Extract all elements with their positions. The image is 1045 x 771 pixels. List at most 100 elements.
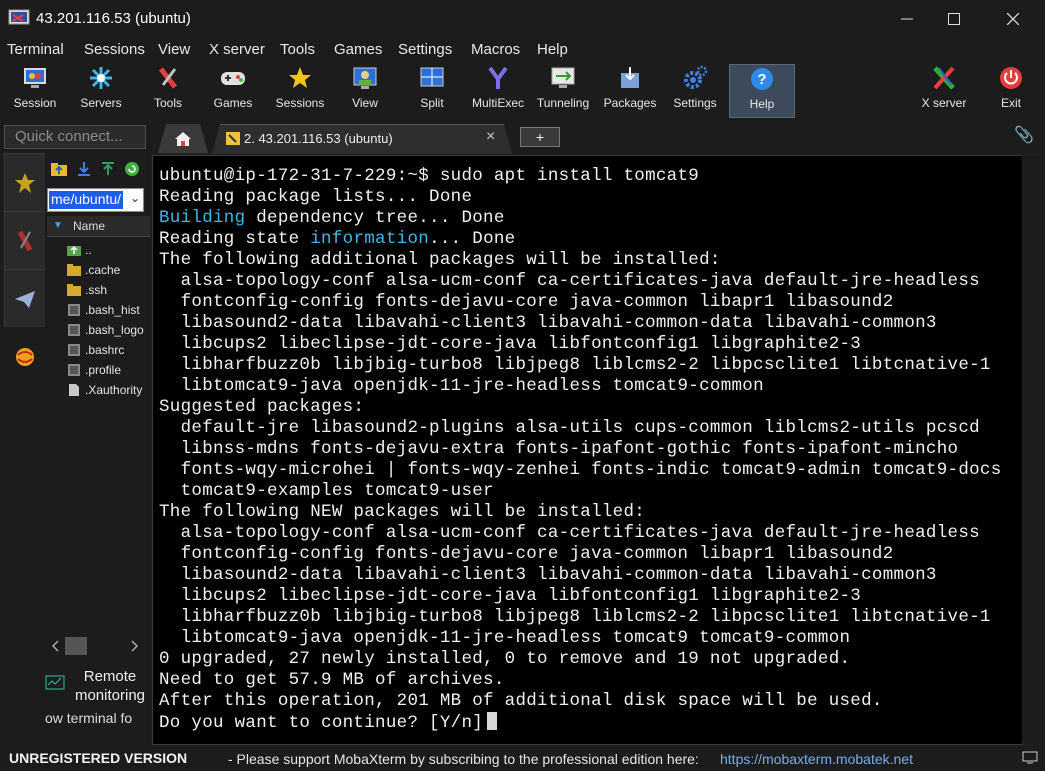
new-tab-button[interactable]: + (520, 127, 560, 147)
terminal-line: 0 upgraded, 27 newly installed, 0 to rem… (159, 649, 851, 669)
view-icon (353, 67, 377, 89)
power-icon (1000, 67, 1022, 89)
split-button[interactable]: Split (410, 64, 454, 116)
remote-monitoring-label: Remote monitoring (74, 668, 146, 704)
view-button[interactable]: View (342, 64, 388, 116)
file-row[interactable]: .Xauthority (67, 380, 142, 400)
file-row[interactable]: .bash_logo (67, 320, 144, 340)
terminal-line: libasound2-data libavahi-client3 libavah… (159, 565, 937, 585)
file-name: .bash_logo (85, 323, 144, 337)
refresh-icon[interactable] (124, 161, 140, 177)
file-icon (68, 324, 80, 336)
tools-button[interactable]: Tools (145, 64, 191, 116)
menu-terminal[interactable]: Terminal (7, 41, 64, 58)
tab-row: Quick connect... 2. 43.201.116.53 (ubunt… (0, 120, 1045, 154)
paperclip-icon[interactable]: 📎 (1014, 125, 1034, 145)
settings-button[interactable]: Settings (669, 64, 721, 116)
terminal-line: libharfbuzz0b libjbig-turbo8 libjpeg8 li… (159, 607, 991, 627)
file-row[interactable]: .cache (67, 260, 120, 280)
terminal-line: libcups2 libeclipse-jdt-core-java libfon… (159, 586, 862, 606)
menu-tools[interactable]: Tools (280, 41, 315, 58)
session-label: Session (13, 96, 57, 110)
menu-macros[interactable]: Macros (471, 41, 520, 58)
terminal-line: Reading package lists... Done (159, 187, 473, 207)
file-list-header[interactable]: ▼ Name (47, 216, 150, 237)
maximize-button[interactable] (931, 0, 977, 38)
file-row[interactable]: .bashrc (67, 340, 124, 360)
side-tab-macros[interactable] (4, 269, 46, 329)
follow-terminal-folder-checkbox[interactable]: ow terminal fo (45, 710, 150, 730)
menu-x-server[interactable]: X server (209, 41, 265, 58)
file-row[interactable]: .bash_hist (67, 300, 140, 320)
file-icon (68, 364, 80, 376)
terminal-line: tomcat9-examples tomcat9-user (159, 481, 494, 501)
side-tab-sessions[interactable] (4, 153, 46, 213)
file-name: .ssh (85, 283, 108, 297)
help-icon: ? (751, 68, 773, 90)
help-button[interactable]: ? Help (729, 64, 795, 118)
terminal-line: Reading state information... Done (159, 229, 515, 250)
quick-connect-input[interactable]: Quick connect... (4, 125, 146, 149)
multiexec-button[interactable]: MultiExec (468, 64, 528, 116)
terminal-line: fontconfig-config fonts-dejavu-core java… (159, 544, 894, 564)
terminal-output[interactable]: ubuntu@ip-172-31-7-229:~$ sudo apt insta… (152, 155, 1023, 745)
file-row[interactable]: .profile (67, 360, 121, 380)
chevron-down-icon[interactable]: ⌄ (130, 191, 140, 205)
servers-button[interactable]: Servers (74, 64, 128, 116)
split-label: Split (420, 96, 444, 110)
sftp-path-field[interactable]: me/ubuntu/ ⌄ (47, 188, 144, 212)
side-tab-tools[interactable] (4, 211, 46, 271)
tunneling-button[interactable]: Tunneling (533, 64, 593, 116)
terminal-highlight: Building (159, 208, 246, 228)
sort-arrow-icon: ▼ (53, 220, 63, 231)
download-icon[interactable] (76, 161, 92, 177)
x-server-button[interactable]: X server (914, 64, 974, 116)
exit-button[interactable]: Exit (992, 64, 1030, 116)
terminal-scrollbar[interactable] (1022, 155, 1045, 743)
session-button[interactable]: Session (8, 64, 62, 116)
mobatek-link[interactable]: https://mobaxterm.mobatek.net (720, 751, 913, 767)
folder-up-icon[interactable] (50, 161, 68, 177)
folder-icon (67, 284, 81, 296)
file-name: .bash_hist (85, 303, 140, 317)
sessions-label: Sessions (275, 96, 325, 110)
session-icon (24, 68, 46, 88)
games-button[interactable]: Games (208, 64, 258, 116)
exit-label: Exit (1000, 96, 1021, 110)
support-message: - Please support MobaXterm by subscribin… (228, 751, 699, 767)
menu-games[interactable]: Games (334, 41, 382, 58)
terminal-line: ubuntu@ip-172-31-7-229:~$ sudo apt insta… (159, 166, 700, 186)
tools-label: Tools (153, 96, 182, 110)
terminal-line: After this operation, 201 MB of addition… (159, 691, 883, 711)
terminal-line: fontconfig-config fonts-dejavu-core java… (159, 292, 894, 312)
packages-button[interactable]: Packages (601, 64, 659, 116)
file-name: .profile (85, 363, 122, 377)
terminal-line: fonts-wqy-microhei | fonts-wqy-zenhei fo… (159, 460, 1002, 480)
terminal-cursor (487, 712, 498, 730)
scroll-right-icon[interactable] (131, 640, 139, 652)
side-tab-sftp[interactable] (4, 327, 46, 387)
tools-icon (17, 230, 33, 252)
close-button[interactable] (990, 0, 1036, 38)
sidebar-horizontal-scrollbar[interactable] (45, 635, 150, 657)
minimize-button[interactable] (884, 0, 930, 38)
packages-label: Packages (603, 96, 657, 110)
scroll-left-icon[interactable] (51, 640, 59, 652)
settings-label: Settings (673, 96, 717, 110)
home-tab[interactable] (158, 124, 208, 153)
upload-icon[interactable] (100, 161, 116, 177)
tab-session-ubuntu[interactable]: 2. 43.201.116.53 (ubuntu) × (212, 124, 512, 154)
menu-settings[interactable]: Settings (398, 41, 452, 58)
x-server-label: X server (921, 96, 967, 110)
remote-monitoring-button[interactable]: Remote monitoring (45, 663, 150, 704)
sessions-button[interactable]: Sessions (272, 64, 328, 116)
tab-close-icon[interactable]: × (486, 128, 495, 146)
monitor-icon[interactable] (1022, 751, 1038, 765)
file-row[interactable]: .ssh (67, 280, 107, 300)
menu-help[interactable]: Help (537, 41, 568, 58)
scroll-thumb[interactable] (65, 637, 87, 655)
menu-view[interactable]: View (158, 41, 190, 58)
menu-sessions[interactable]: Sessions (84, 41, 145, 58)
file-icon (68, 304, 80, 316)
file-row[interactable]: .. (67, 240, 92, 260)
